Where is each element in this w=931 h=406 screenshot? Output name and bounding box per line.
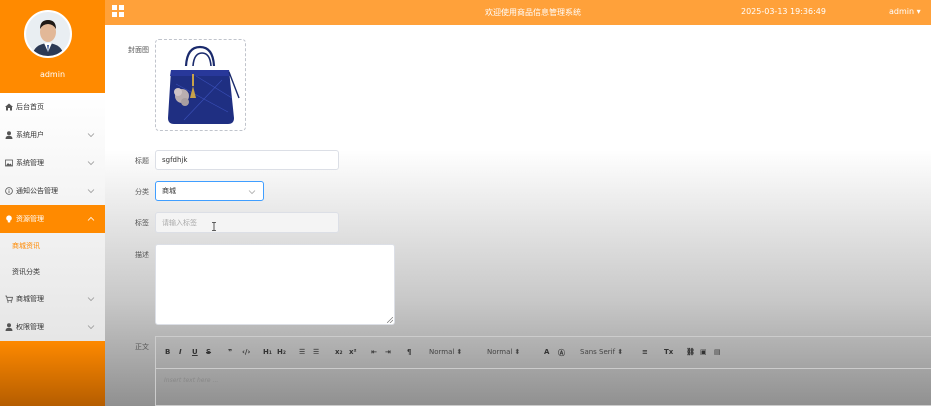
header1-icon[interactable]: H₁ (263, 348, 272, 356)
tag-input[interactable]: 请输入标签 (155, 212, 339, 233)
text-direction-icon[interactable]: ¶ (407, 348, 411, 356)
indent-icon[interactable]: ⇥ (385, 348, 391, 356)
bullet-list-icon[interactable]: ☰ (313, 348, 319, 356)
title-label: 标题 (135, 157, 149, 165)
font-color-icon[interactable]: A (544, 348, 549, 356)
bold-icon[interactable]: B (165, 348, 170, 356)
sidebar-item-label: 系统用户 (16, 131, 44, 139)
sidebar-subitem-mall-news[interactable]: 商城资讯 (0, 233, 105, 259)
sidebar-subitem-label: 商城资讯 (12, 242, 40, 250)
sidebar: admin 后台首页 系统用户 系统管理 通知公告管理 资源管理 商城资讯 资讯… (0, 0, 105, 406)
category-label: 分类 (135, 188, 149, 196)
text-cursor-icon (212, 222, 216, 231)
code-block-icon[interactable]: ‹/› (242, 348, 250, 356)
sidebar-item-label: 通知公告管理 (16, 187, 58, 195)
home-icon (4, 103, 13, 112)
sidebar-subitem-news-category[interactable]: 资讯分类 (0, 259, 105, 285)
sidebar-item-permissions[interactable]: 权限管理 (0, 313, 105, 341)
chevron-down-icon (87, 133, 95, 138)
info-icon (4, 187, 13, 196)
subscript-icon[interactable]: x₂ (335, 348, 343, 356)
superscript-icon[interactable]: x² (349, 348, 357, 356)
image-icon[interactable]: ▣ (700, 348, 707, 356)
sidebar-subitem-label: 资讯分类 (12, 268, 40, 276)
font-select[interactable]: Sans Serif ⬍ (580, 348, 623, 356)
underline-icon[interactable]: U (192, 348, 198, 356)
sidebar-item-mall[interactable]: 商城管理 (0, 285, 105, 313)
sidebar-item-label: 商城管理 (16, 295, 44, 303)
description-textarea[interactable] (155, 244, 395, 325)
handbag-image (168, 45, 240, 124)
align-icon[interactable]: ≡ (642, 348, 648, 356)
sidebar-item-label: 资源管理 (16, 215, 44, 223)
link-icon[interactable]: ⛓ (686, 348, 695, 356)
profile-panel: admin (0, 0, 105, 93)
site-title: 欢迎使用商品信息管理系统 (485, 8, 581, 17)
font-select-value: Sans Serif (580, 348, 616, 356)
rich-text-editor[interactable]: B I U S ❞ ‹/› H₁ H₂ ☰ ☰ x₂ x² ⇤ ⇥ ¶ Norm… (155, 336, 931, 406)
lightbulb-icon (4, 215, 13, 224)
user-icon (4, 323, 13, 332)
chevron-down-icon (87, 325, 95, 330)
caret-down-icon: ▾ (916, 7, 921, 16)
header2-icon[interactable]: H₂ (277, 348, 286, 356)
cart-icon (4, 295, 13, 304)
sidebar-item-label: 后台首页 (16, 103, 44, 111)
tag-input-placeholder: 请输入标签 (162, 218, 197, 227)
category-select-value: 商城 (162, 187, 176, 195)
title-input[interactable]: sgfdhjk (155, 150, 339, 170)
sidebar-item-system-management[interactable]: 系统管理 (0, 149, 105, 177)
description-label: 描述 (135, 251, 149, 259)
size-select-value: Normal (487, 348, 513, 356)
size-select[interactable]: Normal ⬍ (487, 348, 520, 356)
grid-menu-icon[interactable] (112, 5, 124, 17)
datetime: 2025-03-13 19:36:49 (741, 7, 826, 16)
outdent-icon[interactable]: ⇤ (371, 348, 377, 356)
username: admin (39, 70, 66, 79)
title-input-value: sgfdhjk (162, 156, 188, 164)
strike-icon[interactable]: S (206, 348, 211, 356)
editor-placeholder: Insert text here ... (164, 377, 219, 384)
sidebar-item-notices[interactable]: 通知公告管理 (0, 177, 105, 205)
image-icon (4, 159, 13, 168)
user-icon (4, 131, 13, 140)
sidebar-item-label: 权限管理 (16, 323, 44, 331)
category-select[interactable]: 商城 (155, 181, 264, 201)
avatar[interactable] (24, 10, 72, 58)
tag-label: 标签 (135, 219, 149, 227)
header-select[interactable]: Normal ⬍ (429, 348, 462, 356)
sidebar-item-resources[interactable]: 资源管理 (0, 205, 105, 233)
sidebar-item-system-users[interactable]: 系统用户 (0, 121, 105, 149)
editor-toolbar: B I U S ❞ ‹/› H₁ H₂ ☰ ☰ x₂ x² ⇤ ⇥ ¶ Norm… (156, 337, 931, 369)
cover-label: 封面图 (128, 46, 149, 54)
background-color-icon[interactable]: Ⓐ (558, 348, 565, 358)
top-header: 欢迎使用商品信息管理系统 2025-03-13 19:36:49 admin ▾ (105, 0, 931, 25)
sidebar-item-home[interactable]: 后台首页 (0, 93, 105, 121)
header-select-value: Normal (429, 348, 455, 356)
italic-icon[interactable]: I (179, 348, 182, 356)
user-menu-label: admin (889, 7, 915, 16)
resize-handle-icon[interactable] (387, 317, 393, 323)
chevron-down-icon (87, 161, 95, 166)
ordered-list-icon[interactable]: ☰ (299, 348, 305, 356)
clear-format-icon[interactable]: Tx (664, 348, 673, 356)
sidebar-menu: 后台首页 系统用户 系统管理 通知公告管理 资源管理 商城资讯 资讯分类 商城管… (0, 93, 105, 341)
chevron-down-icon (87, 189, 95, 194)
sidebar-item-label: 系统管理 (16, 159, 44, 167)
chevron-down-icon (248, 190, 256, 195)
body-label: 正文 (135, 343, 149, 351)
chevron-up-icon (87, 216, 95, 221)
user-menu[interactable]: admin ▾ (889, 7, 921, 16)
video-icon[interactable]: ▤ (714, 348, 721, 356)
chevron-down-icon (87, 297, 95, 302)
cover-image-upload[interactable] (155, 39, 246, 131)
blockquote-icon[interactable]: ❞ (228, 348, 232, 356)
